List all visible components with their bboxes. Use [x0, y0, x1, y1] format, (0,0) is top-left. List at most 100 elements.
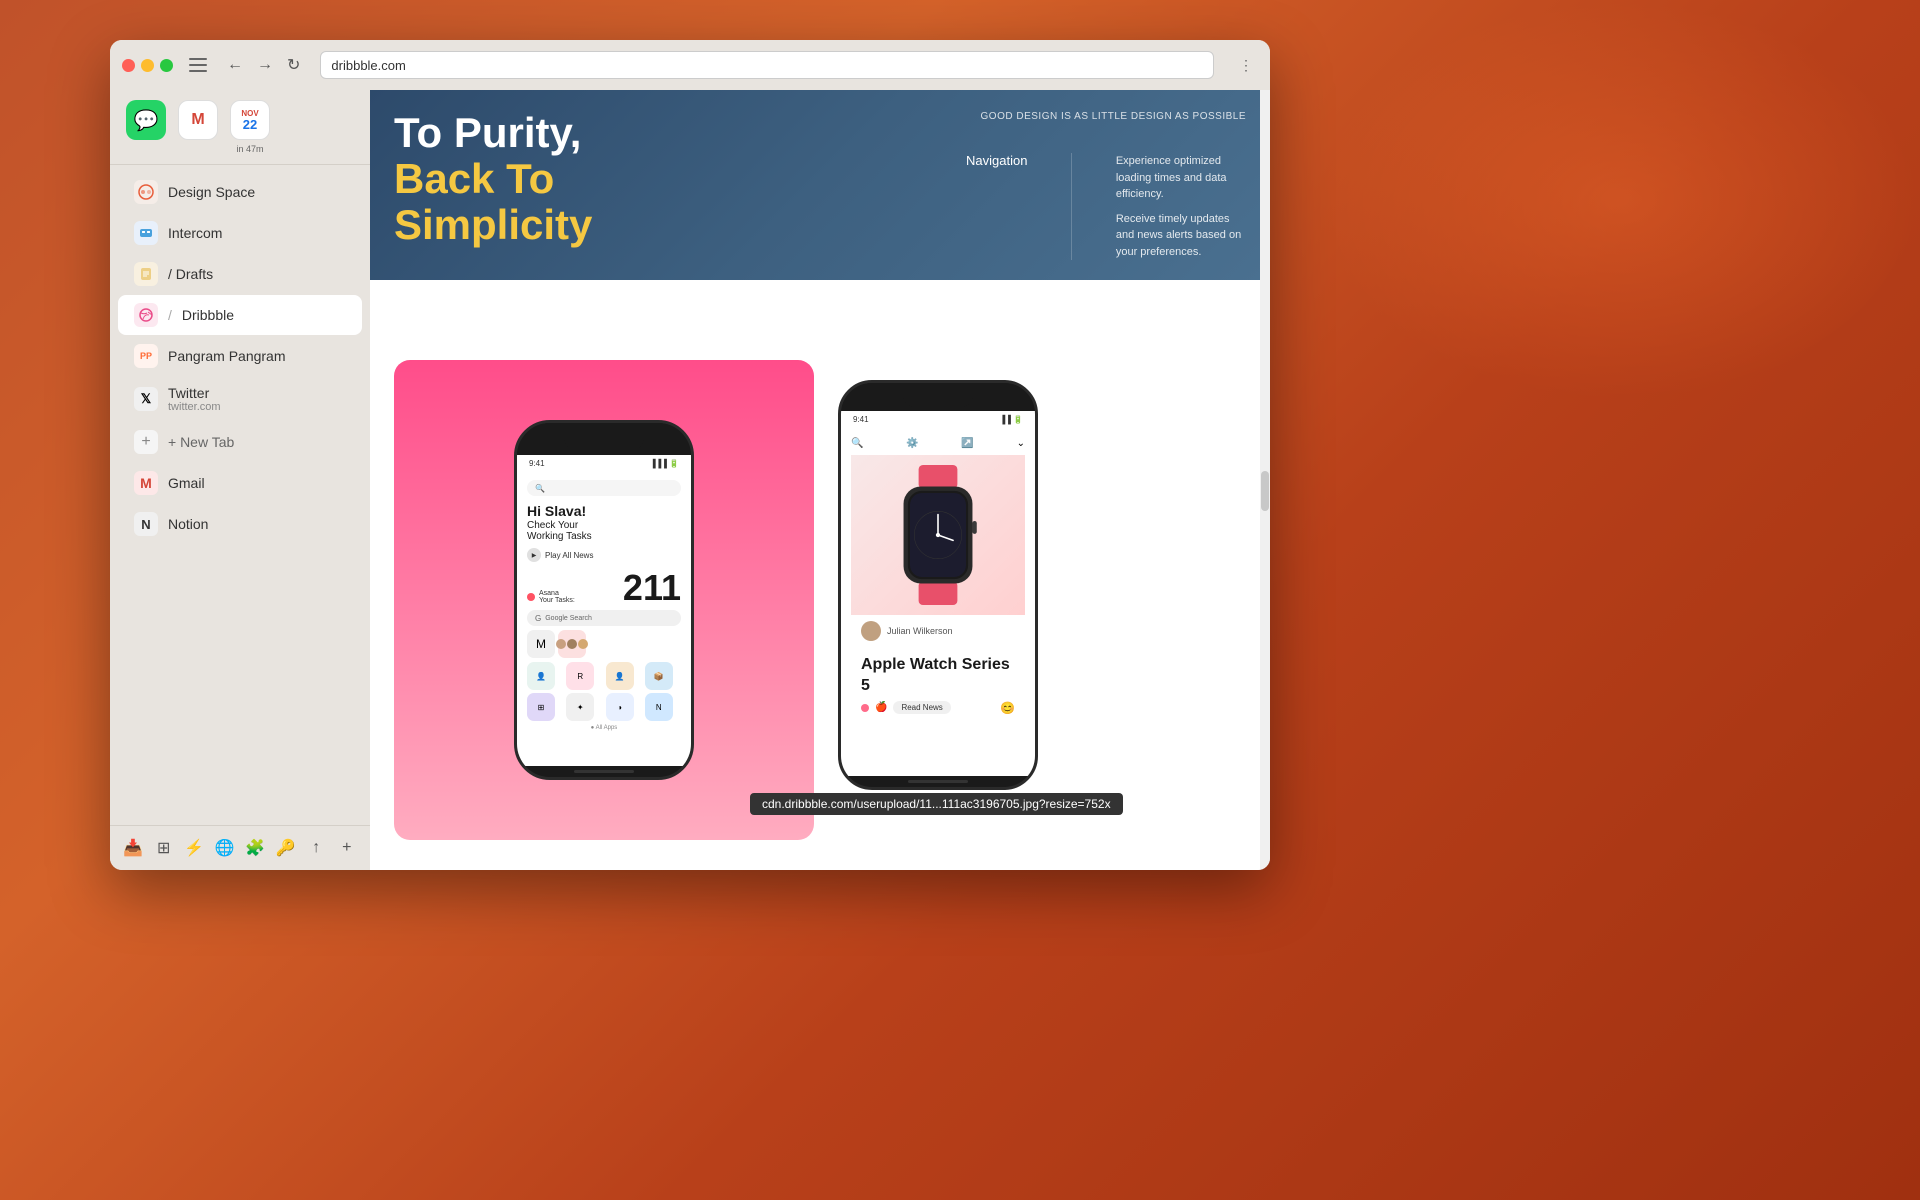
- phone1-signal: ▐▐▐ 🔋: [650, 459, 679, 468]
- app-faces: 👤: [527, 662, 555, 690]
- phone1-play: ▶ Play All News: [527, 548, 681, 562]
- main-content[interactable]: To Purity, Back To Simplicity GOOD DESIG…: [370, 90, 1270, 870]
- title-bar: ← → ↻ dribbble.com ⋮: [110, 40, 1270, 90]
- design-space-icon: [134, 180, 158, 204]
- browser-window: ← → ↻ dribbble.com ⋮ 💬 M NOV: [110, 40, 1270, 870]
- sidebar-label-pangram: Pangram Pangram: [168, 348, 286, 364]
- sidebar-item-design-space[interactable]: Design Space: [118, 172, 362, 212]
- sidebar-nav: Design Space Intercom / Drafts: [110, 165, 370, 825]
- cards-section: 9:41 ▐▐▐ 🔋 🔍 Hi Slava! Check YourWorking…: [370, 360, 1270, 864]
- sidebar-bottom: 📥 ⊞ ⚡ 🌐 🧩 🔑 ↑ +: [110, 825, 370, 870]
- dribbble-icon: [134, 303, 158, 327]
- watch-image: [851, 455, 1025, 615]
- app-grid: ⊞: [527, 693, 555, 721]
- calendar-time-label: in 47m: [236, 144, 263, 154]
- bookmark-gmail[interactable]: M: [178, 100, 218, 154]
- url-tooltip: cdn.dribbble.com/userupload/11...111ac31…: [750, 793, 1123, 815]
- downloads-icon[interactable]: 📥: [122, 834, 145, 862]
- refresh-button[interactable]: ↻: [283, 53, 304, 77]
- app-icon-avatars: [558, 630, 586, 658]
- phone2-signal: ▐▐ 🔋: [999, 415, 1023, 424]
- sidebar-item-new-tab[interactable]: + + New Tab: [118, 422, 362, 462]
- intercom-icon: [134, 221, 158, 245]
- phone1-task-label: Your Tasks:: [539, 597, 575, 604]
- gmail-nav-icon: M: [134, 471, 158, 495]
- hero-section: To Purity, Back To Simplicity GOOD DESIG…: [370, 90, 1270, 280]
- back-button[interactable]: ←: [223, 53, 247, 77]
- sidebar-item-twitter[interactable]: 𝕏 Twitter twitter.com: [118, 377, 362, 421]
- bookmark-calendar[interactable]: NOV 22 in 47m: [230, 100, 270, 154]
- close-button[interactable]: [122, 59, 135, 72]
- sidebar-item-drafts[interactable]: / Drafts: [118, 254, 362, 294]
- hero-title: To Purity, Back To Simplicity: [394, 110, 966, 260]
- sidebar-label-drafts: / Drafts: [168, 266, 213, 282]
- sidebar-label-intercom: Intercom: [168, 225, 222, 241]
- phone-card-watch: 9:41 ▐▐ 🔋 🔍 ⚙️ ↗️ ⌄: [838, 360, 1038, 840]
- address-bar[interactable]: dribbble.com: [320, 51, 1214, 79]
- hero-nav: Navigation: [966, 153, 1027, 168]
- nav-buttons: ← → ↻: [223, 53, 304, 77]
- hero-nav-label: Navigation: [966, 153, 1027, 168]
- maximize-button[interactable]: [160, 59, 173, 72]
- hero-right: GOOD DESIGN IS AS LITTLE DESIGN AS POSSI…: [966, 110, 1246, 260]
- hero-tagline: GOOD DESIGN IS AS LITTLE DESIGN AS POSSI…: [966, 110, 1246, 124]
- phone2-screen: 🔍 ⚙️ ↗️ ⌄: [841, 428, 1035, 776]
- globe-icon[interactable]: 🌐: [214, 834, 237, 862]
- app-notion: N: [645, 693, 673, 721]
- app-ai: ✦: [566, 693, 594, 721]
- app-dropbox: 📦: [645, 662, 673, 690]
- phone1-all-apps: ● All Apps: [527, 725, 681, 731]
- read-news-button[interactable]: Read News: [893, 701, 950, 714]
- user-name-text: Julian Wilkerson: [887, 626, 953, 636]
- menu-icon[interactable]: ⋮: [1234, 53, 1258, 77]
- phone1-google-search: Google Search: [545, 615, 592, 622]
- browser-body: 💬 M NOV 22 in 47m: [110, 90, 1270, 870]
- phone-mockup-1: 9:41 ▐▐▐ 🔋 🔍 Hi Slava! Check YourWorking…: [514, 420, 694, 780]
- sidebar-label-new-tab: + New Tab: [168, 434, 234, 450]
- minimize-button[interactable]: [141, 59, 154, 72]
- phone1-number: 211: [623, 570, 681, 606]
- shield-icon[interactable]: 🔑: [275, 834, 298, 862]
- grid-icon[interactable]: ⊞: [153, 834, 176, 862]
- phone1-home-indicator: [574, 770, 634, 773]
- sidebar-label-gmail: Gmail: [168, 475, 205, 491]
- twitter-icon: 𝕏: [134, 387, 158, 411]
- sidebar-item-notion[interactable]: N Notion: [118, 504, 362, 544]
- apple-icon: 🍎: [875, 702, 887, 713]
- forward-button[interactable]: →: [253, 53, 277, 77]
- phone-card-pink: 9:41 ▐▐▐ 🔋 🔍 Hi Slava! Check YourWorking…: [394, 360, 814, 840]
- sidebar-label-notion: Notion: [168, 516, 208, 532]
- url-text: dribbble.com: [331, 58, 405, 73]
- user-avatar: [861, 621, 881, 641]
- white-space: [370, 280, 1270, 360]
- upload-icon[interactable]: ↑: [305, 834, 328, 862]
- app-icon-gmail: M: [527, 630, 555, 658]
- sidebar-toggle-icon[interactable]: [189, 58, 207, 72]
- traffic-lights: [122, 59, 173, 72]
- app-face2: 👤: [606, 662, 634, 690]
- calendar-icon: NOV 22: [230, 100, 270, 140]
- app-r: R: [566, 662, 594, 690]
- product-actions: 🍎 Read News 😊: [851, 697, 1025, 719]
- whatsapp-icon: 💬: [126, 100, 166, 140]
- phone1-greeting: Hi Slava!: [527, 502, 681, 520]
- notion-icon: N: [134, 512, 158, 536]
- add-icon[interactable]: +: [336, 834, 359, 862]
- sidebar-item-pangram[interactable]: PP Pangram Pangram: [118, 336, 362, 376]
- sidebar-label-design-space: Design Space: [168, 184, 255, 200]
- hero-desc2: Receive timely updates and news alerts b…: [1116, 211, 1246, 261]
- puzzle-icon[interactable]: 🧩: [244, 834, 267, 862]
- sidebar-item-dribbble[interactable]: / Dribbble: [118, 295, 362, 335]
- sidebar-item-gmail[interactable]: M Gmail: [118, 463, 362, 503]
- phone1-play-label: Play All News: [545, 551, 593, 560]
- sidebar-sublabel-twitter: twitter.com: [168, 401, 221, 413]
- gmail-icon: M: [178, 100, 218, 140]
- lightning-icon[interactable]: ⚡: [183, 834, 206, 862]
- sidebar-item-intercom[interactable]: Intercom: [118, 213, 362, 253]
- hero-desc1: Experience optimized loading times and d…: [1116, 153, 1246, 203]
- scrollbar-thumb[interactable]: [1261, 471, 1269, 511]
- phone2-time: 9:41: [853, 415, 869, 424]
- bookmark-whatsapp[interactable]: 💬: [126, 100, 166, 154]
- hero-title-line2: Back To: [394, 156, 966, 202]
- calendar-date: 22: [243, 118, 257, 131]
